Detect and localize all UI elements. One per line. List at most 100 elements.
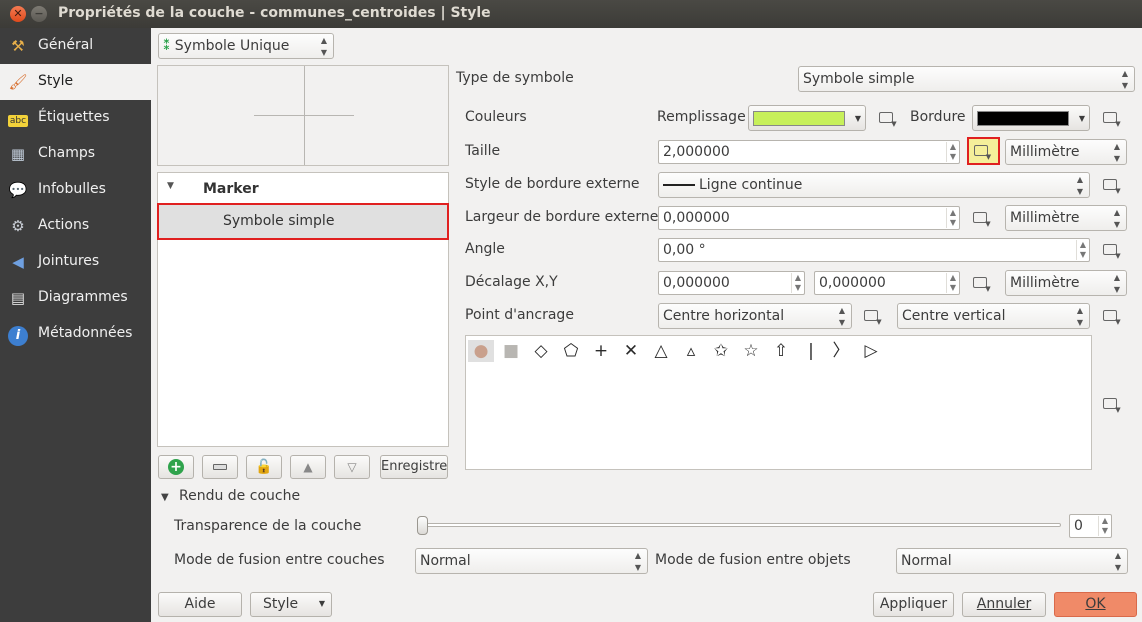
chart-icon: ▤ xyxy=(10,289,26,307)
spin-arrows-icon[interactable]: ▲ ▼ xyxy=(1075,240,1086,260)
help-button[interactable]: Aide xyxy=(158,592,242,617)
data-defined-angle-button[interactable]: ▼ xyxy=(1101,239,1125,261)
border-color-button[interactable]: ▼ xyxy=(972,105,1090,131)
data-defined-offset-button[interactable]: ▼ xyxy=(971,272,995,294)
size-input[interactable]: 2,000000 ▲ ▼ xyxy=(658,140,960,164)
sidebar-item-general[interactable]: ⚒ Général xyxy=(0,28,151,64)
spin-arrows-icon[interactable]: ▲ ▼ xyxy=(945,208,956,228)
shape-triangle-icon[interactable]: △ xyxy=(648,340,674,362)
layer-render-header[interactable]: Rendu de couche xyxy=(179,488,300,504)
plus-icon: + xyxy=(168,459,184,475)
border-label: Bordure xyxy=(910,109,966,125)
sidebar-item-actions[interactable]: ⚙ Actions xyxy=(0,208,151,244)
transparency-value: 0 xyxy=(1074,518,1083,534)
sidebar-item-label: Actions xyxy=(38,217,90,233)
sidebar-item-tooltips[interactable]: 💬 Infobulles xyxy=(0,172,151,208)
ok-button[interactable]: OK xyxy=(1054,592,1137,617)
chevron-down-icon: ▼ xyxy=(318,599,325,608)
offset-unit-select[interactable]: Millimètre ▲ ▼ xyxy=(1005,270,1127,296)
outline-style-label: Style de bordure externe xyxy=(465,176,640,192)
data-defined-fill-button[interactable]: ▼ xyxy=(877,107,901,129)
spin-arrows-icon[interactable]: ▲ ▼ xyxy=(945,273,956,293)
chevron-down-icon: ▼ xyxy=(1078,114,1085,123)
symbol-type-label: Type de symbole xyxy=(456,70,574,86)
apply-button[interactable]: Appliquer xyxy=(873,592,954,617)
shape-pentagon-icon[interactable]: ⬠ xyxy=(558,340,584,362)
style-menu-button[interactable]: Style ▼ xyxy=(250,592,332,617)
sidebar-item-label: Jointures xyxy=(38,253,100,269)
sidebar-item-labels[interactable]: abc Étiquettes xyxy=(0,100,151,136)
size-unit-select[interactable]: Millimètre ▲ ▼ xyxy=(1005,139,1127,165)
data-defined-shape-button[interactable]: ▼ xyxy=(1101,393,1125,415)
data-defined-anchor-h-button[interactable]: ▼ xyxy=(862,305,886,327)
anchor-vertical-select[interactable]: Centre vertical ▲ ▼ xyxy=(897,303,1090,329)
outline-width-label: Largeur de bordure externe xyxy=(465,209,659,225)
move-down-button[interactable]: ▽ xyxy=(334,455,370,479)
shape-arrowhead-icon[interactable]: 〉 xyxy=(828,340,854,362)
move-up-button[interactable]: ▲ xyxy=(290,455,326,479)
anchor-horizontal-select[interactable]: Centre horizontal ▲ ▼ xyxy=(658,303,852,329)
shape-square-icon[interactable]: ■ xyxy=(498,340,524,362)
tools-icon: ⚒ xyxy=(11,37,25,55)
sidebar-item-label: Général xyxy=(38,37,94,53)
outline-width-unit-select[interactable]: Millimètre ▲ ▼ xyxy=(1005,205,1127,231)
shape-star-icon[interactable]: ✩ xyxy=(708,340,734,362)
collapse-arrow-icon[interactable]: ▼ xyxy=(167,181,174,191)
outline-width-input[interactable]: 0,000000 ▲ ▼ xyxy=(658,206,960,230)
fill-color-button[interactable]: ▼ xyxy=(748,105,866,131)
data-defined-outline-width-button[interactable]: ▼ xyxy=(971,207,995,229)
sidebar-item-joins[interactable]: ◀ Jointures xyxy=(0,244,151,280)
shape-line-icon[interactable]: | xyxy=(798,340,824,362)
sidebar-item-diagrams[interactable]: ▤ Diagrammes xyxy=(0,280,151,316)
blend-layers-select[interactable]: Normal ▲ ▼ xyxy=(415,548,648,574)
renderer-select[interactable]: ⁑ Symbole Unique ▲ ▼ xyxy=(158,33,334,59)
remove-layer-button[interactable] xyxy=(202,455,238,479)
offset-x-input[interactable]: 0,000000 ▲ ▼ xyxy=(658,271,805,295)
minimize-icon[interactable]: − xyxy=(31,6,47,22)
lock-layer-button[interactable]: 🔓 xyxy=(246,455,282,479)
border-color-swatch xyxy=(977,111,1069,126)
shape-filled-arrowhead-icon[interactable]: ▷ xyxy=(858,340,884,362)
transparency-input[interactable]: 0 ▲ ▼ xyxy=(1069,514,1112,538)
cancel-button[interactable]: Annuler xyxy=(962,592,1046,617)
tree-root-marker[interactable]: Marker xyxy=(203,181,259,197)
angle-input[interactable]: 0,00 ° ▲ ▼ xyxy=(658,238,1090,262)
spin-arrows-icon[interactable]: ▲ ▼ xyxy=(945,142,956,162)
close-icon[interactable]: ✕ xyxy=(10,6,26,22)
shape-diamond-icon[interactable]: ◇ xyxy=(528,340,554,362)
chevron-updown-icon: ▲ ▼ xyxy=(1076,175,1083,196)
preview-crosshair-h xyxy=(254,115,354,116)
transparency-slider-track[interactable] xyxy=(421,523,1061,527)
data-defined-outline-style-button[interactable]: ▼ xyxy=(1101,174,1125,196)
shape-arrow-icon[interactable]: ⇧ xyxy=(768,340,794,362)
collapse-arrow-icon[interactable]: ▼ xyxy=(161,492,169,503)
angle-value: 0,00 ° xyxy=(663,242,706,258)
shape-circle-icon[interactable]: ● xyxy=(468,340,494,362)
spin-arrows-icon[interactable]: ▲ ▼ xyxy=(790,273,801,293)
sidebar-item-style[interactable]: 🖌 Style xyxy=(0,64,151,100)
shape-cross-icon[interactable]: + xyxy=(588,340,614,362)
data-defined-anchor-v-button[interactable]: ▼ xyxy=(1101,305,1125,327)
blend-features-select[interactable]: Normal ▲ ▼ xyxy=(896,548,1128,574)
tree-item-simple-symbol[interactable]: Symbole simple xyxy=(157,203,449,240)
abc-label-icon: abc xyxy=(7,115,29,127)
sidebar: ⚒ Général 🖌 Style abc Étiquettes ▦ Champs 💬 I… xyxy=(0,28,151,622)
sidebar-item-fields[interactable]: ▦ Champs xyxy=(0,136,151,172)
transparency-slider-handle[interactable] xyxy=(417,516,428,535)
save-symbol-button[interactable]: Enregistrer xyxy=(380,455,448,479)
data-defined-border-button[interactable]: ▼ xyxy=(1101,107,1125,129)
shape-regular-star-icon[interactable]: ☆ xyxy=(738,340,764,362)
shape-equilateral-triangle-icon[interactable]: ▵ xyxy=(678,340,704,362)
symbol-type-select[interactable]: Symbole simple ▲ ▼ xyxy=(798,66,1135,92)
offset-x-value: 0,000000 xyxy=(663,275,730,291)
chevron-updown-icon: ▲ ▼ xyxy=(1076,306,1083,327)
window-title: Propriétés de la couche - communes_centr… xyxy=(58,5,491,21)
fill-label: Remplissage xyxy=(657,109,746,125)
add-layer-button[interactable]: + xyxy=(158,455,194,479)
offset-y-input[interactable]: 0,000000 ▲ ▼ xyxy=(814,271,960,295)
outline-style-select[interactable]: Ligne continue ▲ ▼ xyxy=(658,172,1090,198)
spin-arrows-icon[interactable]: ▲ ▼ xyxy=(1097,516,1108,536)
sidebar-item-metadata[interactable]: i Métadonnées xyxy=(0,316,151,352)
shape-x-icon[interactable]: ✕ xyxy=(618,340,644,362)
data-defined-size-button[interactable]: ▼ xyxy=(967,137,1000,165)
